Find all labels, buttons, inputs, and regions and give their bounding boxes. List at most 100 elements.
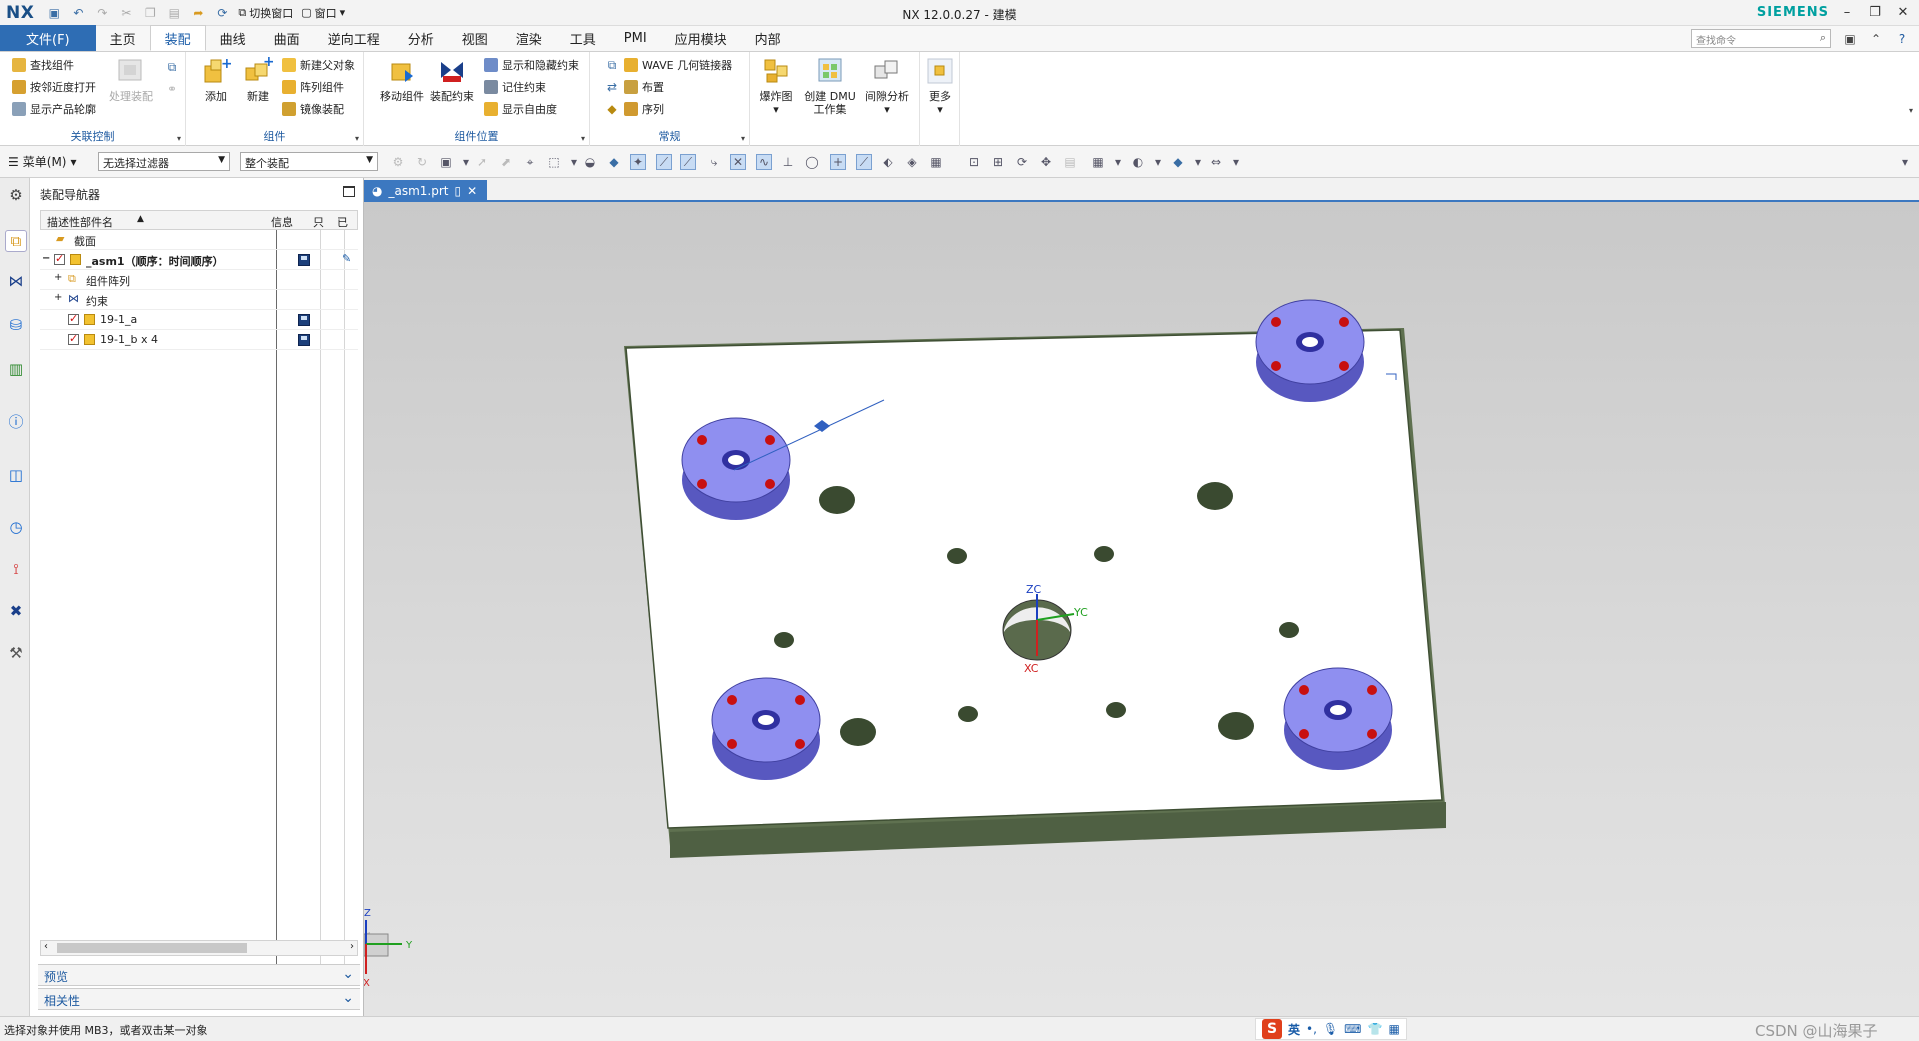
column-readonly[interactable]: 只 <box>313 214 324 230</box>
save-icon[interactable]: ▣ <box>45 4 63 22</box>
tab-render[interactable]: 渲染 <box>502 25 556 51</box>
collapse-ribbon-icon[interactable]: ⌃ <box>1867 30 1885 48</box>
snap-end-icon[interactable]: ⟋ <box>656 154 672 170</box>
lasso-select-icon[interactable]: ⌖ <box>522 154 538 170</box>
toolbar-options-icon[interactable]: ▾ <box>1897 154 1913 170</box>
rotate-icon[interactable]: ⟳ <box>1014 154 1030 170</box>
rectangle-select-icon[interactable]: ⬚ <box>546 154 562 170</box>
find-component-button[interactable]: 查找组件 <box>12 56 74 74</box>
snap-grid-icon[interactable]: ▦ <box>928 154 944 170</box>
part-navigator-icon[interactable]: ⛁ <box>5 314 27 336</box>
tree-row-asm1[interactable]: − _asm1（顺序：时间顺序） ✎ <box>40 250 358 270</box>
dependency-section[interactable]: 相关性 ⌄ <box>38 988 360 1010</box>
tab-assembly[interactable]: 装配 <box>149 25 206 51</box>
sogou-ime-icon[interactable]: S <box>1262 1019 1282 1039</box>
show-hide-constraints-button[interactable]: 显示和隐藏约束 <box>484 56 579 74</box>
ribbon-options-icon[interactable]: ▾ <box>1909 106 1913 115</box>
show-product-outline-button[interactable]: 显示产品轮廓 <box>12 100 96 118</box>
tab-file[interactable]: 文件(F) <box>0 25 96 51</box>
exploded-view-button[interactable]: 爆炸图 ▾ <box>756 56 796 116</box>
render-style-icon[interactable]: ▦ <box>1090 154 1106 170</box>
expand-icon[interactable]: + <box>54 272 62 283</box>
component-19-1-b-bottom-left[interactable] <box>711 677 821 780</box>
column-info[interactable]: 信息 <box>271 214 293 230</box>
group-dropdown-icon[interactable]: ▾ <box>355 134 359 143</box>
component-link-icon[interactable]: ⚭ <box>163 80 181 98</box>
snap-existing-point-icon[interactable]: + <box>830 154 846 170</box>
keyboard-icon[interactable]: ⌨ <box>1344 1022 1361 1036</box>
general-tool-icon-3[interactable]: ◆ <box>603 100 621 118</box>
reuse-library-icon[interactable]: ▥ <box>5 358 27 380</box>
tab-pmi[interactable]: PMI <box>610 25 661 51</box>
move-component-button[interactable]: 移动组件 <box>378 56 426 103</box>
menu-button[interactable]: ☰ 菜单(M) ▾ <box>8 153 77 170</box>
assembly-constraint-button[interactable]: 装配约束 <box>428 56 476 103</box>
paste-icon[interactable]: ▤ <box>165 4 183 22</box>
dropdown-icon[interactable]: ▾ <box>1110 154 1126 170</box>
general-tool-icon-2[interactable]: ⇄ <box>603 78 621 96</box>
system-scene-icon[interactable]: ⚒ <box>5 642 27 664</box>
document-tab-asm1[interactable]: ◕ _asm1.prt ▯ ✕ <box>364 180 488 202</box>
component-19-1-b-top-right[interactable] <box>1255 299 1365 402</box>
snap-curve-icon[interactable]: ∿ <box>756 154 772 170</box>
collapse-icon[interactable]: − <box>42 253 50 264</box>
cut-icon[interactable]: ✂ <box>117 4 135 22</box>
clock-icon[interactable]: ◷ <box>5 516 27 538</box>
visibility-checkbox[interactable] <box>68 332 79 345</box>
command-search-input[interactable]: 查找命令 ⌕ <box>1691 29 1831 48</box>
tree-row-section[interactable]: ▰ 截面 <box>40 230 358 250</box>
toolbox-icon[interactable]: ▦ <box>1388 1022 1399 1036</box>
snap-face-icon[interactable]: ◈ <box>904 154 920 170</box>
tab-tools[interactable]: 工具 <box>556 25 610 51</box>
orient-view-icon[interactable]: ◆ <box>1170 154 1186 170</box>
selection-scope-select[interactable]: 整个装配 ▼ <box>240 152 378 171</box>
ime-language-label[interactable]: 英 <box>1288 1021 1300 1038</box>
tab-surface[interactable]: 曲面 <box>260 25 314 51</box>
tree-row-part-a[interactable]: 19-1_a <box>40 310 358 330</box>
visibility-checkbox[interactable] <box>54 252 65 265</box>
skin-icon[interactable]: 👕 <box>1367 1022 1382 1036</box>
group-dropdown-icon[interactable]: ▾ <box>581 134 585 143</box>
cube-view-icon[interactable]: ◆ <box>606 154 622 170</box>
graphics-window[interactable]: ZC YC XC Z Y X <box>364 202 1919 1016</box>
clearance-analysis-button[interactable]: 间隙分析 ▾ <box>862 56 912 116</box>
general-select-filter-icon[interactable]: ⚙ <box>390 154 406 170</box>
scrollbar-thumb[interactable] <box>57 943 247 953</box>
edge-style-icon[interactable]: ◐ <box>1130 154 1146 170</box>
type-filter-select[interactable]: 无选择过滤器 ▼ <box>98 152 230 171</box>
assembly-navigator-icon[interactable]: ⧉ <box>5 230 27 252</box>
zoom-window-icon[interactable]: ⊞ <box>990 154 1006 170</box>
snap-tangent-icon[interactable]: ⟋ <box>856 154 872 170</box>
visibility-checkbox[interactable] <box>68 312 79 325</box>
fit-view-icon[interactable]: ⊡ <box>966 154 982 170</box>
section-view-icon[interactable]: ⇔ <box>1208 154 1224 170</box>
redo-icon[interactable]: ↷ <box>93 4 111 22</box>
view-solid-icon[interactable]: ◒ <box>582 154 598 170</box>
close-tab-icon[interactable]: ✕ <box>467 184 477 198</box>
close-icon[interactable]: ✕ <box>1891 2 1915 22</box>
group-dropdown-icon[interactable]: ▾ <box>177 134 181 143</box>
tab-applications[interactable]: 应用模块 <box>661 25 741 51</box>
dropdown-icon[interactable]: ▾ <box>458 154 474 170</box>
snap-mid-icon[interactable]: ⟋ <box>680 154 696 170</box>
select-by-face-icon[interactable]: ⬈ <box>498 154 514 170</box>
tab-view[interactable]: 视图 <box>448 25 502 51</box>
web-browser-icon[interactable]: ⓘ <box>5 410 27 432</box>
scroll-left-icon[interactable]: ‹ <box>44 941 48 952</box>
process-assembly-button[interactable]: 处理装配 <box>104 56 158 103</box>
open-by-proximity-button[interactable]: 按邻近度打开 <box>12 78 96 96</box>
select-by-feature-icon[interactable]: ➚ <box>474 154 490 170</box>
select-all-icon[interactable]: ▣ <box>438 154 454 170</box>
window-menu-button[interactable]: ▢ 窗口 ▾ <box>301 5 345 21</box>
snap-perpendicular-icon[interactable]: ⊥ <box>780 154 796 170</box>
tree-row-constraints[interactable]: + ⋈ 约束 <box>40 290 358 310</box>
microphone-icon[interactable]: 🎙 <box>1323 1022 1338 1036</box>
restore-panel-icon[interactable] <box>343 186 355 197</box>
wave-geometry-linker-button[interactable]: WAVE 几何链接器 <box>624 56 732 74</box>
preview-section[interactable]: 预览 ⌄ <box>38 964 360 986</box>
dropdown-icon[interactable]: ▾ <box>1150 154 1166 170</box>
window-style-icon[interactable]: ▣ <box>1841 30 1859 48</box>
perspective-icon[interactable]: ▤ <box>1062 154 1078 170</box>
repeat-command-icon[interactable]: ➦ <box>189 4 207 22</box>
touch-mode-icon[interactable]: ⟳ <box>213 4 231 22</box>
